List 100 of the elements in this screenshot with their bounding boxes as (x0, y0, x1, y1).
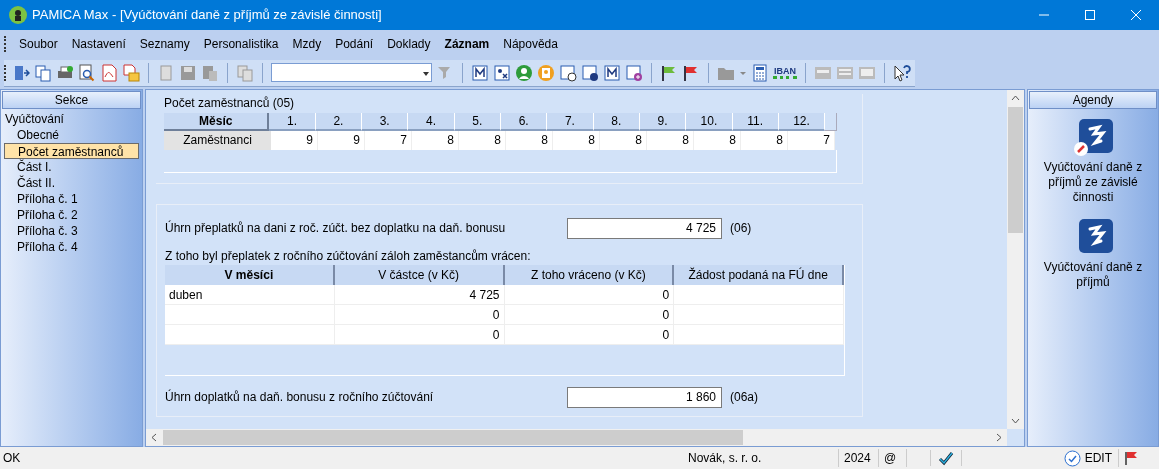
copy-documents-icon[interactable] (34, 63, 52, 82)
menu-item[interactable]: Mzdy (285, 35, 329, 53)
column-header: Z toho vráceno (v Kč) (504, 265, 675, 285)
section-item[interactable]: Příloha č. 1 (1, 191, 142, 207)
menu-item[interactable]: Nápověda (496, 35, 565, 53)
field-code: (06) (730, 220, 752, 237)
column-header: V částce (v Kč) (334, 265, 505, 285)
print-preview-icon[interactable] (78, 63, 96, 82)
column-header: 12. (778, 113, 826, 131)
table-cell[interactable]: 7 (788, 131, 835, 150)
field-label: Úhrn doplatků na daň. bonusu z ročního zúčtování (165, 388, 435, 406)
field-label: Úhrn přeplatků na dani z roč. zúčt. bez doplatku na daň. bonusu (165, 219, 507, 237)
status-message: OK (2, 450, 22, 467)
person-remove-icon[interactable] (493, 63, 511, 82)
section-item[interactable]: Vyúčtování (1, 111, 142, 127)
column-header: 6. (501, 113, 548, 131)
letter-m-icon[interactable] (603, 63, 621, 82)
menu-item[interactable]: Nastavení (64, 35, 133, 53)
flag-icon[interactable] (682, 63, 700, 82)
letter-m-icon[interactable] (471, 63, 489, 82)
section-item[interactable]: Obecné (1, 127, 142, 143)
company-name: Novák, s. r. o. (684, 449, 839, 467)
table-cell[interactable] (165, 325, 335, 345)
table-cell[interactable]: 8 (412, 131, 459, 150)
vertical-scrollbar[interactable] (1007, 90, 1024, 429)
column-header: Měsíc (164, 113, 270, 131)
column-header: 10. (686, 113, 733, 131)
table-cell[interactable]: 8 (647, 131, 694, 150)
mode-indicator: EDIT (1084, 449, 1119, 467)
section-title: Počet zaměstnanců (05) (164, 95, 296, 112)
table-cell[interactable]: 8 (600, 131, 647, 150)
flag-icon[interactable] (660, 63, 678, 82)
help-cursor-icon[interactable] (893, 63, 911, 82)
section-item[interactable]: Příloha č. 4 (1, 239, 142, 255)
table-cell[interactable] (674, 305, 844, 325)
checkmark-icon (938, 450, 954, 466)
window-title: PAMICA Max - [Vyúčtování daně z příjmů ze závislé činnosti] (32, 6, 382, 25)
table-cell[interactable] (674, 285, 844, 305)
table-cell[interactable] (165, 305, 335, 325)
exit-door-icon[interactable] (12, 63, 30, 82)
year-label: 2024 (839, 449, 879, 467)
table-cell[interactable]: 8 (741, 131, 788, 150)
column-header: 7. (547, 113, 594, 131)
section-item[interactable]: Příloha č. 2 (1, 207, 142, 223)
table-cell[interactable]: 0 (334, 305, 505, 325)
amount-field[interactable]: 1 860 (567, 386, 722, 408)
table-cell[interactable]: 8 (694, 131, 741, 150)
table-cell[interactable]: 7 (365, 131, 412, 150)
column-header: 11. (732, 113, 779, 131)
table-cell[interactable] (674, 325, 844, 345)
column-header: 2. (315, 113, 363, 131)
table-cell[interactable]: 8 (459, 131, 506, 150)
column-header: V měsíci (165, 265, 335, 285)
horizontal-scrollbar[interactable] (146, 429, 1007, 446)
pdf-mail-icon[interactable] (122, 63, 140, 82)
table-cell[interactable]: 4 725 (334, 285, 505, 305)
table-cell[interactable]: 0 (504, 325, 675, 345)
table-cell[interactable]: 8 (553, 131, 600, 150)
save-icon[interactable] (179, 63, 197, 82)
column-header: 1. (269, 113, 316, 131)
column-header: 4. (408, 113, 455, 131)
check-circle-icon (1063, 449, 1081, 467)
section-item[interactable]: Počet zaměstnanců (4, 143, 139, 159)
menu-item[interactable]: Personalistika (196, 35, 286, 53)
table-cell[interactable]: 0 (504, 305, 675, 325)
column-header: 9. (639, 113, 687, 131)
agenda-link[interactable]: Vyúčtování daně z příjmů (1028, 260, 1158, 290)
column-header: 5. (454, 113, 501, 131)
email-indicator: @ (879, 449, 907, 467)
add-m-icon[interactable] (625, 63, 643, 82)
table-cell[interactable]: 0 (504, 285, 675, 305)
menu-item[interactable]: Soubor (12, 35, 65, 53)
column-header: Žádost podaná na FÚ dne (674, 265, 844, 285)
pages-icon[interactable] (201, 63, 219, 82)
menu-item[interactable]: Záznam (437, 35, 497, 53)
amount-field[interactable]: 4 725 (567, 217, 722, 239)
calculator-icon[interactable] (751, 63, 769, 82)
flag-icon (1123, 450, 1139, 466)
panel-header: Agendy (1029, 91, 1157, 109)
menu-item[interactable]: Podání (328, 35, 381, 53)
table-cell[interactable]: 0 (334, 325, 505, 345)
column-header: 3. (362, 113, 409, 131)
section-item[interactable]: Část II. (1, 175, 142, 191)
pdf-document-icon[interactable] (100, 63, 118, 82)
row-header: Zaměstnanci (164, 131, 271, 150)
field-code: (06a) (730, 389, 758, 406)
pen-document-edit-icon[interactable] (1073, 117, 1113, 157)
table-cell[interactable]: 9 (271, 131, 318, 150)
scroll-thumb[interactable] (163, 430, 743, 445)
table-cell[interactable]: duben (165, 285, 335, 305)
menu-item[interactable]: Seznamy (132, 35, 197, 53)
agenda-link[interactable]: Vyúčtování daně z příjmů ze závislé činnosti (1028, 160, 1158, 205)
table-cell[interactable]: 9 (318, 131, 365, 150)
table-cell[interactable]: 8 (506, 131, 553, 150)
menu-item[interactable]: Doklady (380, 35, 438, 53)
table-caption: Z toho byl přeplatek z ročního zúčtování záloh zaměstancům vrácen: (165, 248, 532, 265)
scroll-thumb[interactable] (1008, 107, 1023, 233)
app-logo-icon (9, 6, 27, 24)
section-item[interactable]: Část I. (1, 159, 142, 175)
section-item[interactable]: Příloha č. 3 (1, 223, 142, 239)
